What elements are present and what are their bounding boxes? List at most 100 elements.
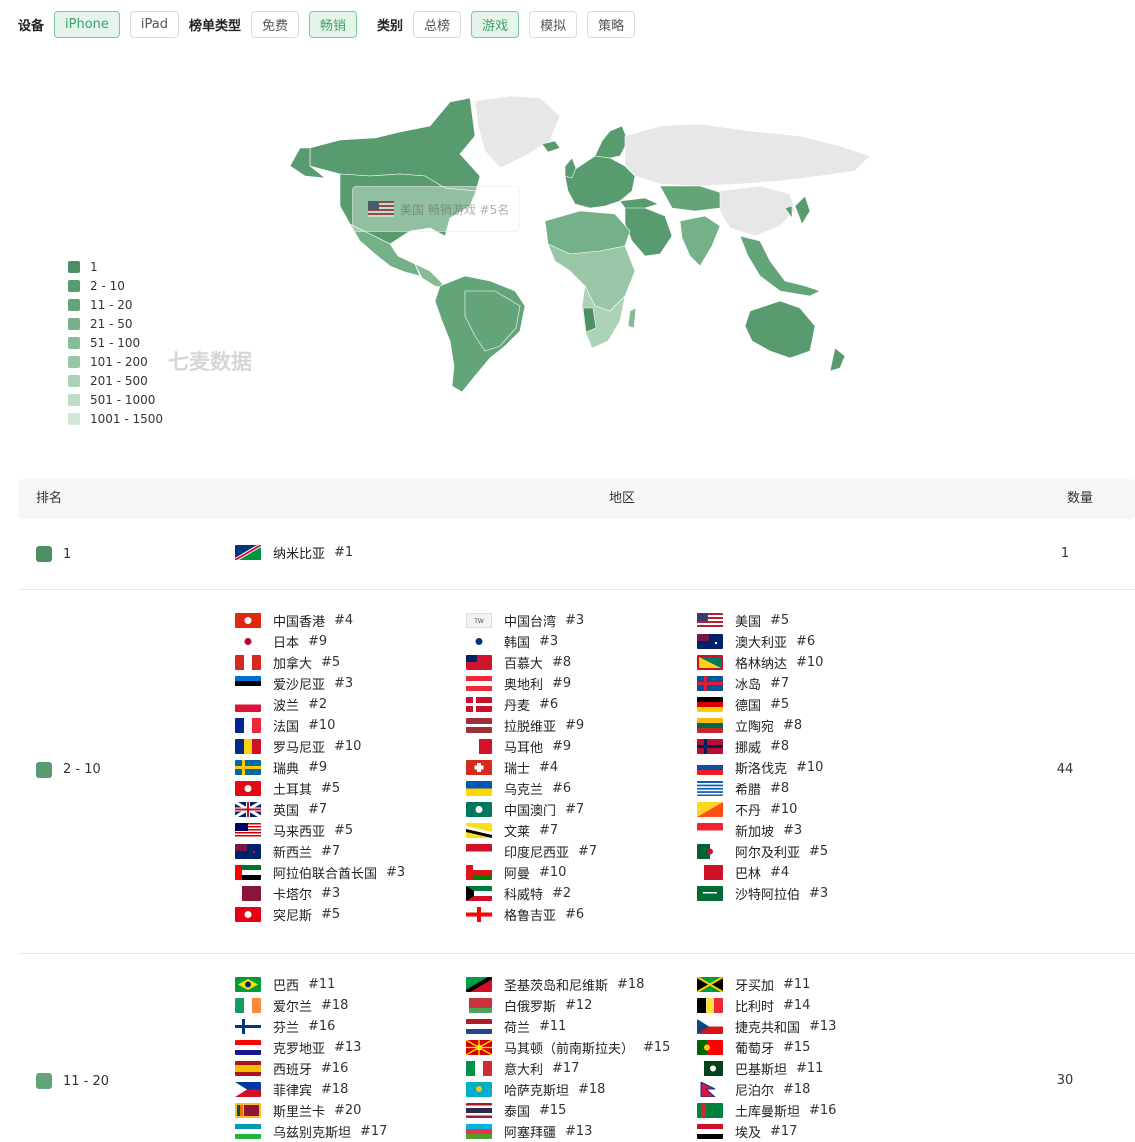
region-item[interactable]: 新西兰 #7 [235,841,340,862]
map-region-japan[interactable] [794,195,811,225]
map-region-middle-east[interactable] [624,205,673,257]
region-item[interactable]: 芬兰 #16 [235,1016,335,1037]
region-item[interactable]: 圣基茨岛和尼维斯 #18 [466,974,644,995]
legend-item[interactable]: 11 - 20 [68,295,163,314]
region-item[interactable]: 克罗地亚 #13 [235,1037,361,1058]
map-region-china[interactable] [719,185,796,237]
region-item[interactable]: 中国香港 #4 [235,610,353,631]
region-item[interactable]: 拉脱维亚 #9 [466,715,584,736]
region-item[interactable]: 加拿大 #5 [235,652,340,673]
region-item[interactable]: 希腊 #8 [697,778,789,799]
map-region-australia[interactable] [744,300,816,359]
region-item[interactable]: 不丹 #10 [697,799,797,820]
map-region-turkey[interactable] [619,197,659,209]
region-item[interactable]: 哈萨克斯坦 #18 [466,1079,605,1100]
legend-item[interactable]: 1 [68,257,163,276]
region-item[interactable]: 卡塔尔 #3 [235,883,340,904]
region-item[interactable]: 荷兰 #11 [466,1016,566,1037]
region-item[interactable]: TW 中国台湾 #3 [466,610,584,631]
region-item[interactable]: 马耳他 #9 [466,736,571,757]
region-item[interactable]: 格林纳达 #10 [697,652,823,673]
region-item[interactable]: 土耳其 #5 [235,778,340,799]
region-item[interactable]: 波兰 #2 [235,694,327,715]
category-overall-button[interactable]: 总榜 [413,10,462,38]
region-item[interactable]: 沙特阿拉伯 #3 [697,883,828,904]
region-item[interactable]: 爱沙尼亚 #3 [235,673,353,694]
region-item[interactable]: 日本 #9 [235,631,327,652]
category-games-button[interactable]: 游戏 [471,10,520,38]
region-item[interactable]: 阿拉伯联合酋长国 #3 [235,862,405,883]
region-item[interactable]: 白俄罗斯 #12 [466,995,592,1016]
region-item[interactable]: 巴西 #11 [235,974,335,995]
region-item[interactable]: 巴基斯坦 #11 [697,1058,823,1079]
region-item[interactable]: 比利时 #14 [697,995,810,1016]
region-item[interactable]: 捷克共和国 #13 [697,1016,836,1037]
legend-item[interactable]: 501 - 1000 [68,390,163,409]
region-item[interactable]: 格鲁吉亚 #6 [466,904,584,925]
legend-item[interactable]: 1001 - 1500 [68,409,163,428]
region-item[interactable]: 阿塞拜疆 #13 [466,1121,592,1142]
region-item[interactable]: 斯里兰卡 #20 [235,1100,361,1121]
chart-grossing-button[interactable]: 畅销 [309,10,358,38]
map-region-central-asia[interactable] [659,185,726,212]
region-item[interactable]: 澳大利亚 #6 [697,631,815,652]
region-item[interactable]: 瑞士 #4 [466,757,558,778]
region-item[interactable]: 西班牙 #16 [235,1058,348,1079]
region-item[interactable]: 爱尔兰 #18 [235,995,348,1016]
region-item[interactable]: 巴林 #4 [697,862,789,883]
region-item[interactable]: 斯洛伐克 #10 [697,757,823,778]
region-item[interactable]: 新加坡 #3 [697,820,802,841]
region-item[interactable]: 葡萄牙 #15 [697,1037,810,1058]
category-strategy-button[interactable]: 策略 [587,10,636,38]
map-region-greenland[interactable] [474,96,561,169]
map-region-scandinavia[interactable] [594,125,629,159]
region-item[interactable]: 乌兹别克斯坦 #17 [235,1121,387,1142]
map-region-new-zealand[interactable] [829,347,846,372]
legend-item[interactable]: 101 - 200 [68,352,163,371]
device-iphone-button[interactable]: iPhone [54,10,120,38]
map-region-india[interactable] [679,215,721,267]
region-item[interactable]: 马来西亚 #5 [235,820,353,841]
region-item[interactable]: 意大利 #17 [466,1058,579,1079]
region-item[interactable]: 牙买加 #11 [697,974,810,995]
map-region-russia[interactable] [624,123,871,187]
region-item[interactable]: 英国 #7 [235,799,327,820]
region-item[interactable]: 挪威 #8 [697,736,789,757]
device-ipad-button[interactable]: iPad [129,10,179,38]
world-map[interactable] [280,96,880,396]
region-item[interactable]: 纳米比亚 #1 [235,542,353,563]
legend-item[interactable]: 2 - 10 [68,276,163,295]
region-item[interactable]: 冰岛 #7 [697,673,789,694]
region-item[interactable]: 丹麦 #6 [466,694,558,715]
region-item[interactable]: 阿尔及利亚 #5 [697,841,828,862]
region-item[interactable]: 阿曼 #10 [466,862,566,883]
legend-item[interactable]: 51 - 100 [68,333,163,352]
region-item[interactable]: 突尼斯 #5 [235,904,340,925]
map-region-southeast-asia[interactable] [739,235,821,297]
map-region-madagascar[interactable] [627,307,637,329]
region-item[interactable]: 埃及 #17 [697,1121,797,1142]
region-item[interactable]: 菲律宾 #18 [235,1079,348,1100]
region-item[interactable]: 印度尼西亚 #7 [466,841,597,862]
region-item[interactable]: 瑞典 #9 [235,757,327,778]
legend-item[interactable]: 21 - 50 [68,314,163,333]
region-item[interactable]: 泰国 #15 [466,1100,566,1121]
category-simulation-button[interactable]: 模拟 [529,10,578,38]
region-item[interactable]: 马其顿（前南斯拉夫） #15 [466,1037,670,1058]
region-item[interactable]: 美国 #5 [697,610,789,631]
region-item[interactable]: 中国澳门 #7 [466,799,584,820]
region-item[interactable]: 德国 #5 [697,694,789,715]
region-item[interactable]: 土库曼斯坦 #16 [697,1100,836,1121]
region-item[interactable]: 科威特 #2 [466,883,571,904]
region-item[interactable]: 罗马尼亚 #10 [235,736,361,757]
region-item[interactable]: 法国 #10 [235,715,335,736]
region-item[interactable]: 尼泊尔 #18 [697,1079,810,1100]
region-item[interactable]: 文莱 #7 [466,820,558,841]
region-item[interactable]: 乌克兰 #6 [466,778,571,799]
chart-free-button[interactable]: 免费 [251,10,300,38]
region-item[interactable]: 韩国 #3 [466,631,558,652]
region-item[interactable]: 百慕大 #8 [466,652,571,673]
legend-item[interactable]: 201 - 500 [68,371,163,390]
region-item[interactable]: 奥地利 #9 [466,673,571,694]
region-item[interactable]: 立陶宛 #8 [697,715,802,736]
